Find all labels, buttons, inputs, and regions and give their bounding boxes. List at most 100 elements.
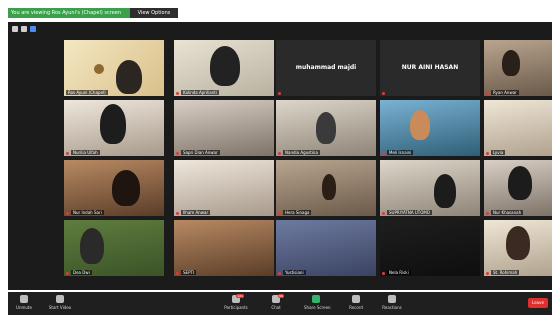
muted-mic-icon (278, 92, 281, 95)
gallery-view-icon[interactable] (21, 26, 27, 32)
video-camera-icon (56, 295, 64, 303)
participant-tile[interactable]: Yustisiani (276, 220, 376, 276)
muted-mic-icon (278, 212, 281, 215)
participants-count: 121 (236, 294, 244, 298)
participant-name: SUPRIYATNA UTOMO (387, 210, 432, 215)
participant-silhouette (210, 46, 240, 86)
participant-tile[interactable]: Nur Indah Sari (64, 160, 164, 216)
minimize-icon[interactable] (12, 26, 18, 32)
muted-mic-icon (486, 92, 489, 95)
record-icon (352, 295, 360, 303)
participant-name: Ilham Anwar (181, 210, 211, 215)
participant-silhouette (410, 110, 430, 140)
muted-mic-icon (278, 272, 281, 275)
muted-mic-icon (278, 152, 281, 155)
participant-tile[interactable]: St. Rohimah (484, 220, 552, 276)
participant-tile[interactable]: Nela Riski (380, 220, 480, 276)
participant-tile[interactable]: Ros Ayuni (Chapel) (64, 40, 164, 96)
muted-mic-icon (382, 92, 385, 95)
start-video-button[interactable]: Start Video (48, 295, 72, 313)
muted-mic-icon (382, 212, 385, 215)
participant-tile[interactable]: SEPTI (174, 220, 274, 276)
participant-name: Ryan Anwar (491, 90, 519, 95)
unmute-button[interactable]: Unmute (12, 295, 36, 313)
chat-badge: 99 (278, 294, 284, 298)
muted-mic-icon (382, 272, 385, 275)
participant-tile[interactable]: NUR AINI HASAN (380, 40, 480, 96)
participants-label: Participants (224, 305, 248, 310)
record-label: Record (349, 305, 363, 310)
muted-mic-icon (176, 152, 179, 155)
participant-tile[interactable]: SUPRIYATNA UTOMO (380, 160, 480, 216)
participant-silhouette (434, 174, 456, 208)
record-button[interactable]: Record (344, 295, 368, 313)
participant-name: Sapri Dian Anwar (181, 150, 220, 155)
muted-mic-icon (176, 212, 179, 215)
participant-tile[interactable]: Nur Khasanah (484, 160, 552, 216)
chat-label: Chat (271, 305, 281, 310)
participant-name: Dea Dwi (71, 270, 92, 275)
participant-name: Meli Isnaini (387, 150, 414, 155)
muted-mic-icon (66, 272, 69, 275)
participant-tile[interactable]: muhammad majdi (276, 40, 376, 96)
leave-button[interactable]: Leave (528, 298, 548, 308)
participant-name: Nurilia Ulfah (71, 150, 100, 155)
participant-name: Kalinda Aprilianti (181, 90, 219, 95)
logo-emblem (94, 64, 104, 74)
share-screen-icon (312, 295, 320, 303)
muted-mic-icon (176, 92, 179, 95)
participant-silhouette (80, 228, 104, 264)
reactions-button[interactable]: Reactions (380, 295, 404, 313)
participant-tile[interactable]: Hera Sinaga (276, 160, 376, 216)
participant-silhouette (322, 174, 336, 200)
participant-name: Nela Riski (387, 270, 411, 275)
muted-mic-icon (486, 212, 489, 215)
share-screen-label: Share Screen (304, 305, 331, 310)
participant-tile[interactable]: Lyvia (484, 100, 552, 156)
participant-name-placeholder: muhammad majdi (295, 64, 357, 71)
participant-name: Ros Ayuni (Chapel) (66, 90, 108, 95)
participant-tile[interactable]: Meli Isnaini (380, 100, 480, 156)
screen-share-banner: You are viewing Ros Ayuni's (Chapel) scr… (8, 8, 131, 18)
muted-mic-icon (382, 152, 385, 155)
smiley-icon (388, 295, 396, 303)
participant-name: Hera Sinaga (283, 210, 312, 215)
chat-button[interactable]: 99 Chat (264, 294, 288, 313)
reactions-label: Reactions (382, 305, 402, 310)
muted-mic-icon (66, 152, 69, 155)
participant-silhouette (116, 60, 142, 94)
start-video-label: Start Video (48, 305, 72, 310)
participant-tile[interactable]: Ilham Anwar (174, 160, 274, 216)
participant-silhouette (502, 50, 520, 76)
participant-name-placeholder: NUR AINI HASAN (401, 64, 459, 71)
muted-mic-icon (176, 272, 179, 275)
muted-mic-icon (66, 212, 69, 215)
unmute-label: Unmute (16, 305, 32, 310)
fullscreen-icon[interactable] (30, 26, 36, 32)
participant-silhouette (316, 112, 336, 144)
muted-mic-icon (486, 152, 489, 155)
share-screen-button[interactable]: Share Screen (304, 295, 331, 313)
zoom-meeting-window: Ros Ayuni (Chapel) Kalinda Aprilianti mu… (8, 22, 552, 290)
participant-name: Nandia Agustina (283, 150, 320, 155)
participant-tile[interactable]: Sapri Dian Anwar (174, 100, 274, 156)
participant-silhouette (112, 170, 140, 206)
participant-name: Yustisiani (283, 270, 306, 275)
microphone-icon (20, 295, 28, 303)
participant-tile[interactable]: Nurilia Ulfah (64, 100, 164, 156)
participant-tile[interactable]: Nandia Agustina (276, 100, 376, 156)
meeting-toolbar: Unmute Start Video 121 Participants 99 C… (8, 292, 552, 315)
participant-name: Nur Khasanah (491, 210, 524, 215)
participant-silhouette (100, 104, 126, 144)
participant-name: Lyvia (491, 150, 506, 155)
view-options-button[interactable]: View Options (130, 8, 178, 18)
participant-silhouette (506, 226, 530, 260)
participant-silhouette (508, 166, 532, 200)
participant-tile[interactable]: Kalinda Aprilianti (174, 40, 274, 96)
participant-name: St. Rohimah (491, 270, 520, 275)
participants-button[interactable]: 121 Participants (224, 294, 248, 313)
participant-tile[interactable]: Ryan Anwar (484, 40, 552, 96)
participant-name: Nur Indah Sari (71, 210, 104, 215)
layout-toggle[interactable] (12, 26, 52, 34)
participant-tile[interactable]: Dea Dwi (64, 220, 164, 276)
